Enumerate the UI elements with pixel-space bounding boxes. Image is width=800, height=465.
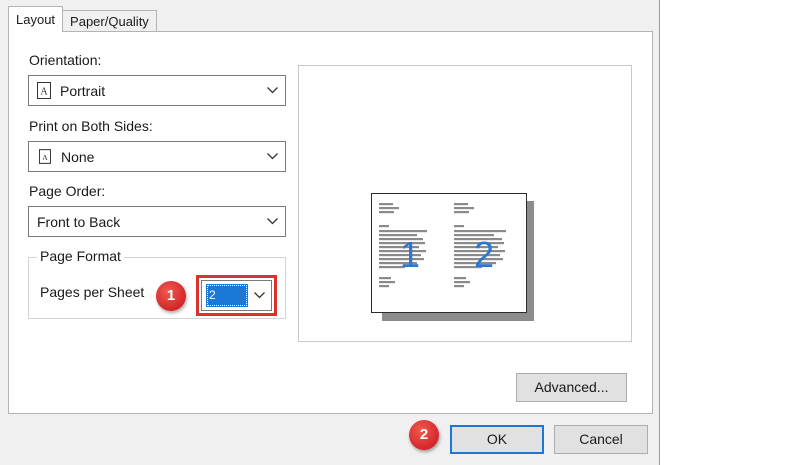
orientation-select[interactable]: A Portrait — [28, 75, 286, 106]
page-format-title: Page Format — [37, 248, 124, 264]
pages-per-sheet-select[interactable]: 2 — [201, 280, 272, 311]
portrait-page-icon: A — [37, 82, 51, 99]
page-order-select[interactable]: Front to Back — [28, 206, 286, 237]
chevron-down-icon[interactable] — [259, 207, 285, 236]
preview-page-number-1: 1 — [400, 234, 420, 275]
ok-button[interactable]: OK — [450, 425, 544, 454]
pages-per-sheet-value: 2 — [206, 284, 248, 307]
chevron-down-icon[interactable] — [259, 142, 285, 171]
single-sided-page-icon: A — [39, 149, 51, 164]
chevron-down-icon[interactable] — [248, 292, 271, 299]
svg-text:A: A — [42, 153, 48, 162]
step-badge-1: 1 — [156, 281, 186, 311]
tab-layout[interactable]: Layout — [8, 6, 64, 32]
page-order-value: Front to Back — [37, 213, 121, 230]
print-layout-dialog: Layout Paper/Quality Orientation: A Port… — [0, 0, 660, 465]
tab-strip: Layout Paper/Quality — [8, 6, 157, 32]
both-sides-select[interactable]: A None — [28, 141, 286, 172]
page-order-label: Page Order: — [29, 183, 106, 199]
two-up-page-preview: 1 2 — [379, 203, 506, 288]
cancel-button[interactable]: Cancel — [554, 425, 648, 454]
step-badge-2: 2 — [409, 420, 439, 450]
advanced-button[interactable]: Advanced... — [516, 373, 627, 402]
orientation-value: Portrait — [60, 82, 106, 99]
tab-paper-quality[interactable]: Paper/Quality — [62, 10, 157, 32]
both-sides-label: Print on Both Sides: — [29, 118, 153, 134]
both-sides-value: None — [61, 148, 95, 165]
orientation-label: Orientation: — [29, 52, 102, 68]
pages-per-sheet-label: Pages per Sheet — [40, 284, 145, 300]
svg-text:A: A — [40, 87, 48, 98]
chevron-down-icon[interactable] — [259, 76, 285, 105]
preview-sheet: 1 2 — [371, 193, 527, 313]
preview-page-number-2: 2 — [474, 234, 494, 275]
